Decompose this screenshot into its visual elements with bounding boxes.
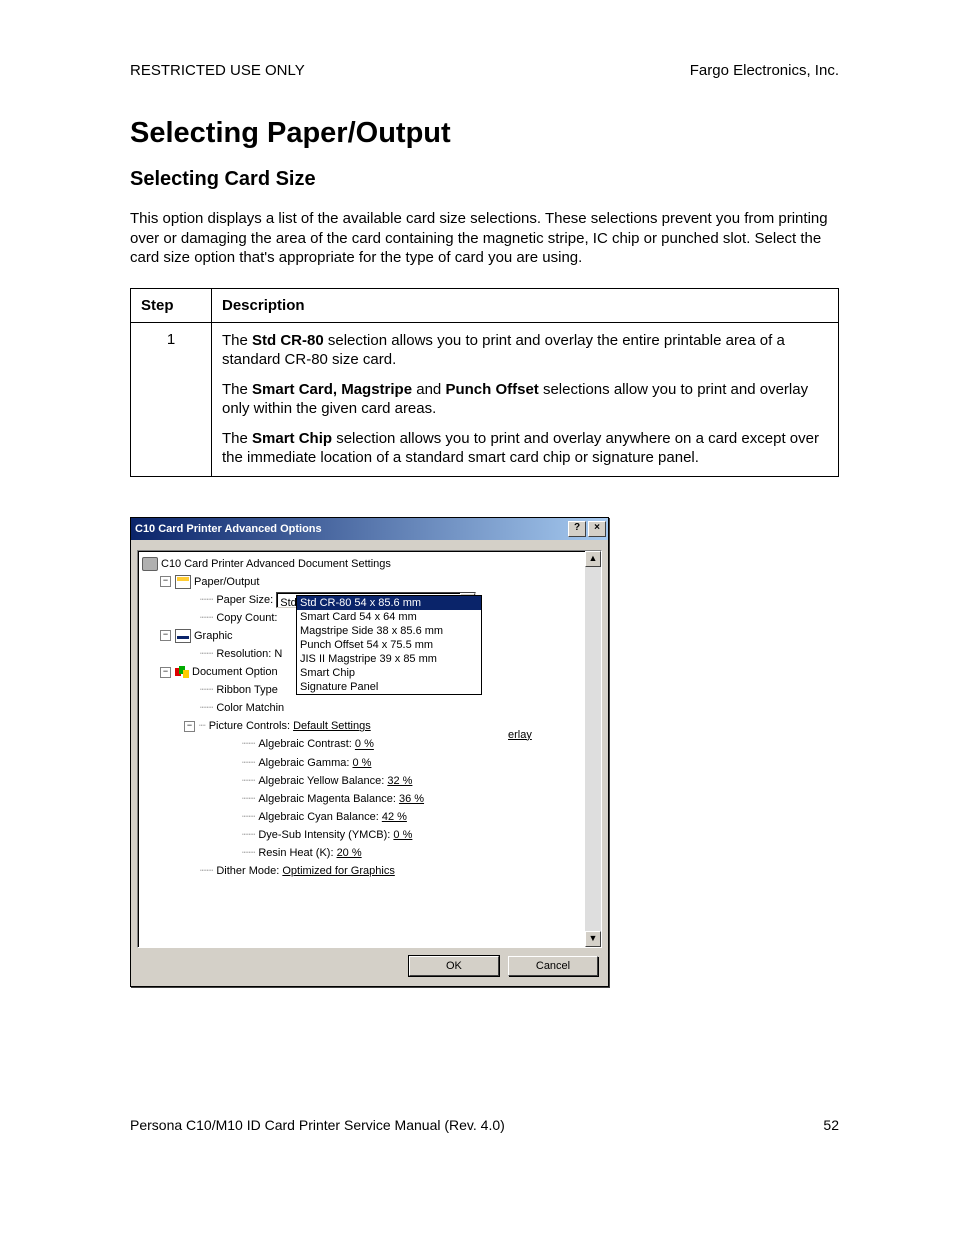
scrollbar[interactable]: ▲ ▼ (585, 551, 601, 947)
steps-table: Step Description 1 The Std CR-80 selecti… (130, 288, 839, 477)
paper-size-label: Paper Size: (216, 594, 273, 606)
dropdown-option[interactable]: Punch Offset 54 x 75.5 mm (297, 638, 481, 652)
ribbon-type-label: Ribbon Type (216, 684, 278, 696)
dropdown-option[interactable]: Magstripe Side 38 x 85.6 mm (297, 624, 481, 638)
header-left: RESTRICTED USE ONLY (130, 62, 305, 79)
scroll-up-icon[interactable]: ▲ (585, 551, 601, 567)
cancel-button[interactable]: Cancel (508, 956, 598, 976)
dropdown-option-selected[interactable]: Std CR-80 54 x 85.6 mm (297, 596, 481, 610)
truncated-text: erlay (508, 729, 532, 741)
dither-mode[interactable]: Dither Mode: Optimized for Graphics (216, 865, 395, 877)
document-options-icon (175, 666, 189, 678)
page-subtitle: Selecting Card Size (130, 168, 839, 191)
picture-controls-label[interactable]: Picture Controls: Default Settings (209, 720, 371, 732)
printer-icon (142, 557, 158, 571)
collapse-icon[interactable]: − (160, 630, 171, 641)
desc-p3: The Smart Chip selection allows you to p… (222, 429, 828, 468)
graphic-icon (175, 629, 191, 643)
algebraic-yellow[interactable]: Algebraic Yellow Balance: 32 % (258, 775, 412, 787)
col-step: Step (131, 288, 212, 322)
dialog-title: C10 Card Printer Advanced Options (135, 523, 566, 535)
tree-document-options[interactable]: Document Option (192, 666, 278, 678)
header-right: Fargo Electronics, Inc. (690, 62, 839, 79)
help-button[interactable]: ? (568, 521, 586, 537)
settings-tree[interactable]: C10 Card Printer Advanced Document Setti… (137, 550, 602, 948)
dropdown-option[interactable]: Smart Chip (297, 666, 481, 680)
step-number: 1 (131, 322, 212, 476)
copy-count-label: Copy Count: (216, 612, 277, 624)
collapse-icon[interactable]: − (184, 721, 195, 732)
color-matching-label: Color Matchin (216, 702, 284, 714)
desc-p2: The Smart Card, Magstripe and Punch Offs… (222, 380, 828, 419)
footer-left: Persona C10/M10 ID Card Printer Service … (130, 1117, 505, 1133)
paper-size-dropdown[interactable]: Std CR-80 54 x 85.6 mm Smart Card 54 x 6… (296, 595, 482, 695)
page-title: Selecting Paper/Output (130, 117, 839, 150)
desc-p1: The Std CR-80 selection allows you to pr… (222, 331, 828, 370)
table-row: 1 The Std CR-80 selection allows you to … (131, 322, 839, 476)
collapse-icon[interactable]: − (160, 576, 171, 587)
collapse-icon[interactable]: − (160, 667, 171, 678)
page-number: 52 (823, 1117, 839, 1133)
dropdown-option[interactable]: JIS II Magstripe 39 x 85 mm (297, 652, 481, 666)
algebraic-contrast[interactable]: Algebraic Contrast: 0 % (258, 739, 374, 751)
paper-icon (175, 575, 191, 589)
advanced-options-dialog: C10 Card Printer Advanced Options ? × C1… (130, 517, 609, 987)
dialog-titlebar[interactable]: C10 Card Printer Advanced Options ? × (131, 518, 608, 540)
algebraic-magenta[interactable]: Algebraic Magenta Balance: 36 % (258, 793, 424, 805)
dropdown-option[interactable]: Smart Card 54 x 64 mm (297, 610, 481, 624)
col-description: Description (212, 288, 839, 322)
tree-paper-output[interactable]: Paper/Output (194, 576, 259, 588)
dropdown-option[interactable]: Signature Panel (297, 680, 481, 694)
algebraic-gamma[interactable]: Algebraic Gamma: 0 % (258, 757, 371, 769)
resin-heat[interactable]: Resin Heat (K): 20 % (258, 847, 361, 859)
resolution-label: Resolution: N (216, 648, 282, 660)
tree-graphic[interactable]: Graphic (194, 630, 233, 642)
scroll-down-icon[interactable]: ▼ (585, 931, 601, 947)
close-button[interactable]: × (588, 521, 606, 537)
tree-root[interactable]: C10 Card Printer Advanced Document Setti… (161, 558, 391, 570)
ok-button[interactable]: OK (409, 956, 499, 976)
algebraic-cyan[interactable]: Algebraic Cyan Balance: 42 % (258, 811, 407, 823)
intro-paragraph: This option displays a list of the avail… (130, 209, 839, 268)
dyesub-intensity[interactable]: Dye-Sub Intensity (YMCB): 0 % (258, 829, 412, 841)
